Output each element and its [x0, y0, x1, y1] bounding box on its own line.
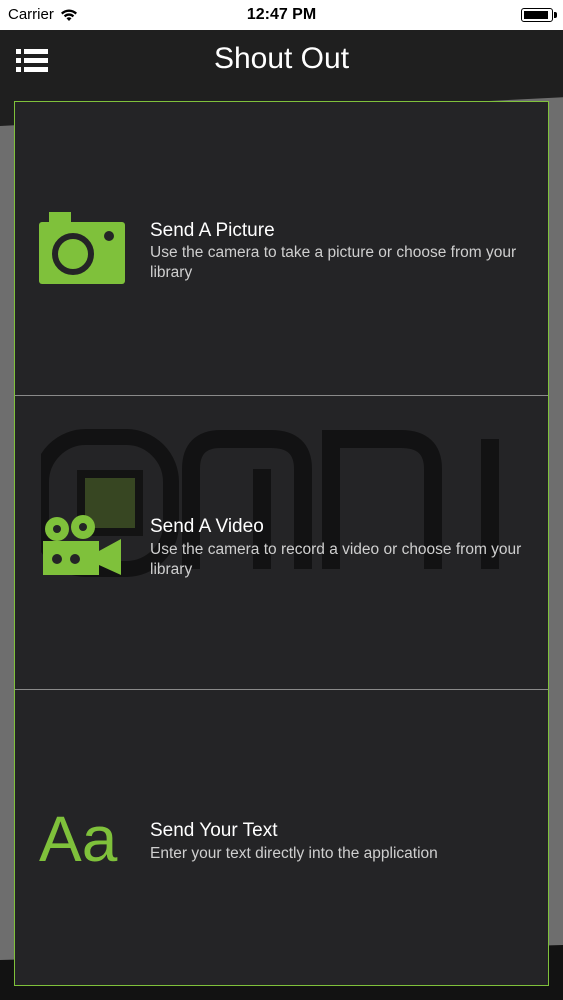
- text-icon: Aa: [39, 803, 118, 875]
- app-screen: Carrier 12:47 PM Shout Out Send A Pictur…: [0, 0, 563, 1000]
- option-description: Use the camera to take a picture or choo…: [150, 244, 517, 281]
- video-camera-icon: [43, 515, 121, 575]
- option-description: Enter your text directly into the applic…: [150, 845, 438, 862]
- option-title: Send Your Text: [150, 820, 278, 841]
- page-title: Shout Out: [213, 42, 350, 75]
- send-picture-option[interactable]: Send A Picture Use the camera to take a …: [15, 102, 548, 396]
- options-panel: Send A Picture Use the camera to take a …: [14, 101, 549, 986]
- send-text-option[interactable]: Aa Send Your Text Enter your text direct…: [15, 689, 548, 985]
- send-video-option[interactable]: Send A Video Use the camera to record a …: [15, 395, 548, 689]
- nav-bar: Shout Out: [0, 30, 563, 92]
- option-title: Send A Video: [150, 516, 264, 537]
- camera-icon: [39, 212, 125, 284]
- battery-icon: [521, 8, 557, 22]
- status-bar: Carrier 12:47 PM: [0, 0, 563, 30]
- option-description: Use the camera to record a video or choo…: [150, 541, 522, 578]
- battery-level: [524, 11, 548, 19]
- clock: 12:47 PM: [246, 6, 317, 23]
- option-title: Send A Picture: [150, 220, 275, 241]
